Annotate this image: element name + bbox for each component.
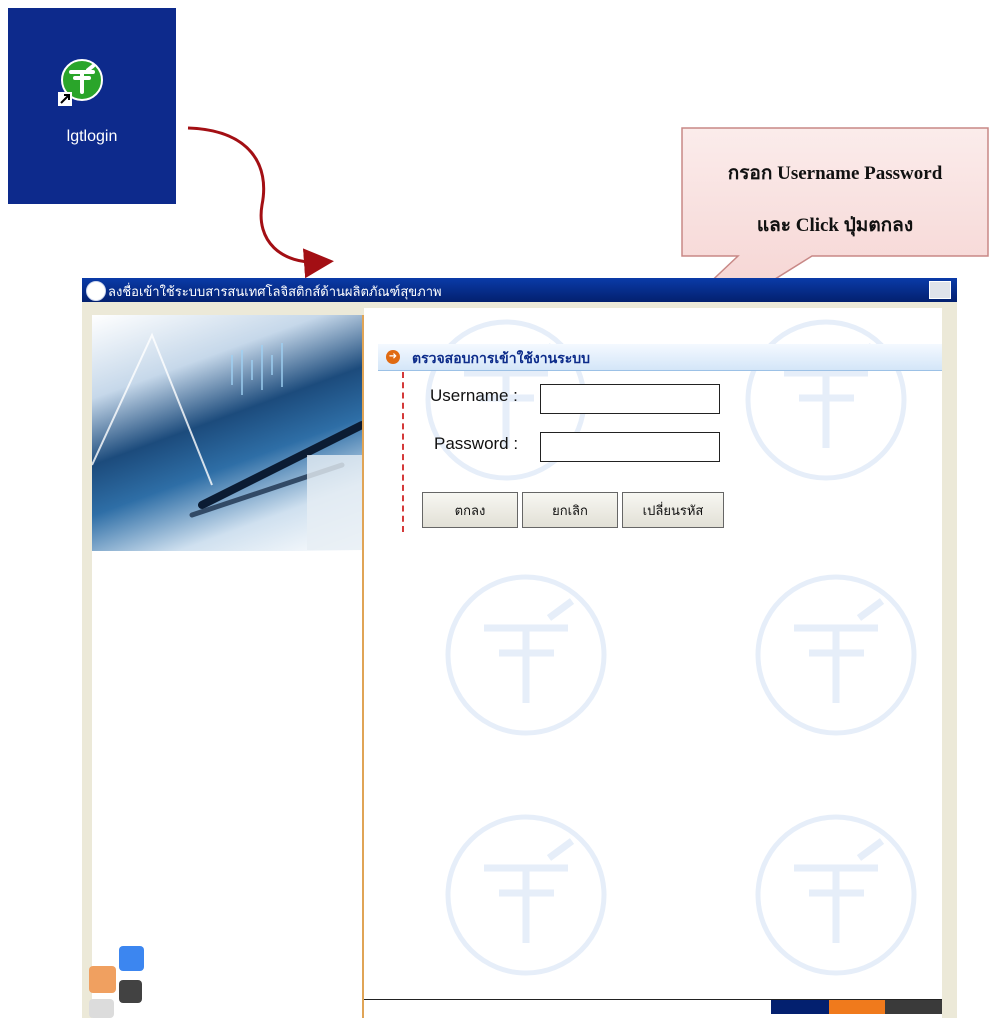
login-window: ลงชื่อเข้าใช้ระบบสารสนเทศโลจิสติกส์ด้านผ… xyxy=(82,278,957,1018)
callout-line-2: และ Click ปุ่มตกลง xyxy=(756,215,914,236)
footer-block-orange xyxy=(829,1000,885,1014)
watermark-icon xyxy=(745,319,907,481)
footer-block-dark xyxy=(885,1000,942,1014)
window-title: ลงชื่อเข้าใช้ระบบสารสนเทศโลจิสติกส์ด้านผ… xyxy=(108,285,442,300)
watermark-icon xyxy=(445,814,607,976)
window-control-button[interactable] xyxy=(929,281,951,299)
footer-bar xyxy=(364,999,942,1014)
decor-square-orange xyxy=(89,966,116,993)
change-password-button[interactable]: เปลี่ยนรหัส xyxy=(622,492,724,528)
password-label: Password : xyxy=(434,434,519,453)
arrow-bullet-icon: ➜ xyxy=(386,350,400,364)
cancel-button[interactable]: ยกเลิก xyxy=(522,492,618,528)
watermark-icon xyxy=(755,814,917,976)
callout-line-1: กรอก Username Password xyxy=(727,163,943,184)
ok-button[interactable]: ตกลง xyxy=(422,492,518,528)
left-banner-panel xyxy=(89,315,364,1018)
desktop-shortcut[interactable]: lgtlogin xyxy=(8,8,176,204)
login-panel: ➜ ตรวจสอบการเข้าใช้งานระบบ Username : Pa… xyxy=(364,308,942,1018)
decor-square-blue xyxy=(119,946,144,971)
curved-arrow xyxy=(187,126,334,279)
watermark-icon xyxy=(755,574,917,736)
password-input[interactable] xyxy=(540,432,720,462)
username-label: Username : xyxy=(430,386,518,405)
decor-square-dark xyxy=(119,980,142,1003)
app-logo-icon xyxy=(86,281,106,301)
banner-image xyxy=(92,315,362,551)
callout: กรอก Username Password และ Click ปุ่มตกล… xyxy=(682,128,988,256)
chart-pen-illustration xyxy=(92,332,362,550)
username-input[interactable] xyxy=(540,384,720,414)
watermark-icon xyxy=(445,574,607,736)
shortcut-label: lgtlogin xyxy=(66,128,118,145)
decor-square-gray xyxy=(89,999,114,1018)
footer-block-navy xyxy=(771,1000,829,1014)
login-section-header: ➜ ตรวจสอบการเข้าใช้งานระบบ xyxy=(378,344,942,371)
title-bar[interactable]: ลงชื่อเข้าใช้ระบบสารสนเทศโลจิสติกส์ด้านผ… xyxy=(82,278,957,302)
fda-logo-icon xyxy=(58,59,103,106)
dashed-divider xyxy=(402,372,404,532)
section-title: ตรวจสอบการเข้าใช้งานระบบ xyxy=(412,351,591,367)
